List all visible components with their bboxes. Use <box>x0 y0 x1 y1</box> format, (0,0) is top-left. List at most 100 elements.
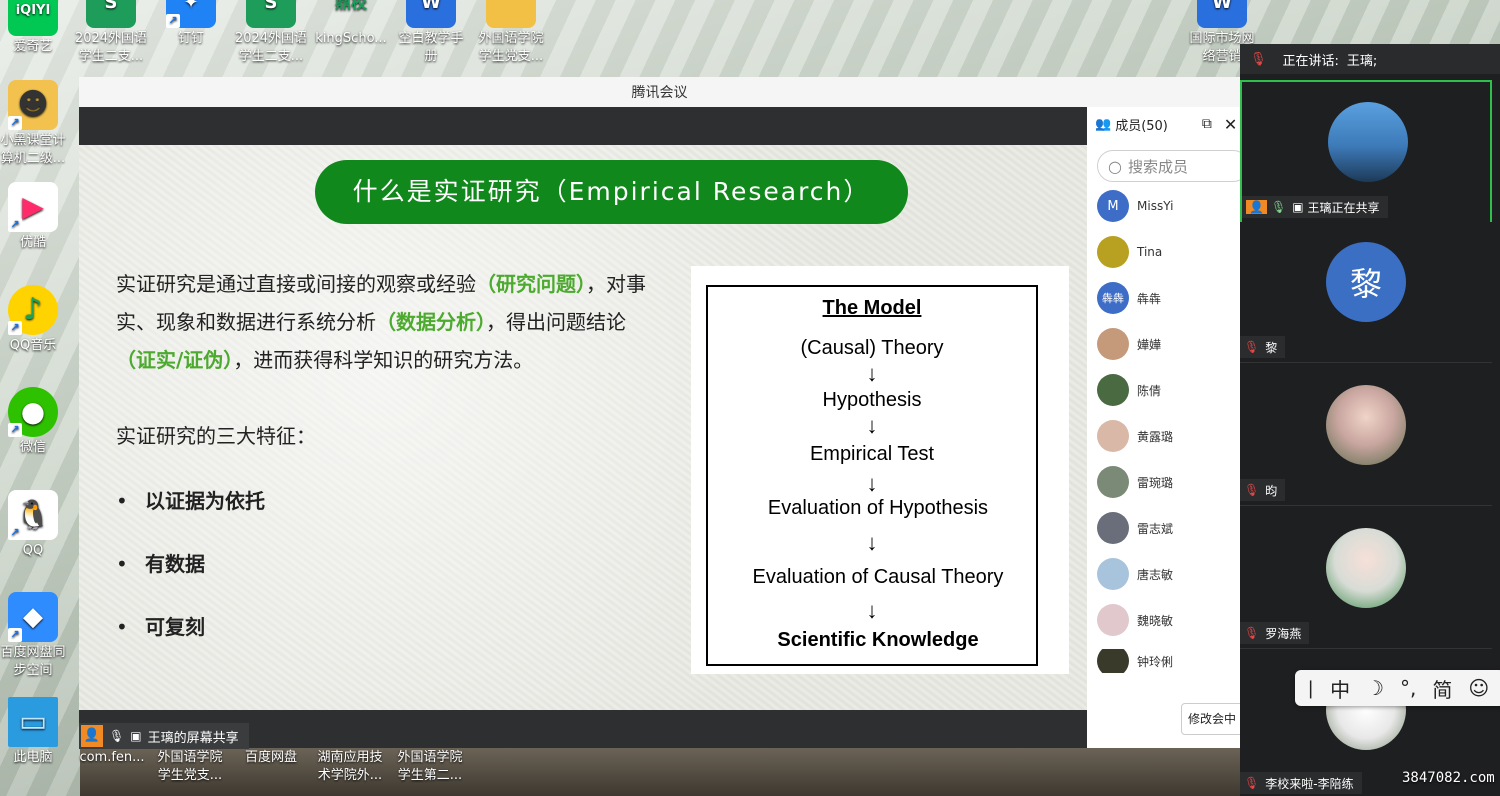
desktop-icon-qqmusic[interactable]: ♪ ↗ QQ音乐 <box>0 285 72 355</box>
ime-simplified-mode[interactable]: 简 <box>1432 674 1452 703</box>
meeting-window: 腾讯会议 什么是实证研究（Empirical Research） 实证研究是通过… <box>79 77 1249 749</box>
desktop-icon-label: 此电脑 <box>13 750 53 765</box>
member-name: 嬅嬅 <box>1137 337 1162 352</box>
desktop-icon-folder[interactable]: 外国语学院 学生党支... <box>472 0 550 66</box>
close-icon[interactable]: ✕ <box>1224 115 1237 134</box>
mic-off-icon: 🎙 <box>1244 340 1260 354</box>
ime-punctuation-icon[interactable]: °, <box>1400 676 1416 700</box>
participant-label: 🎙 黎 <box>1240 336 1286 358</box>
video-tile[interactable]: 🎙 昀 <box>1240 365 1492 506</box>
down-arrow-icon: ↓ <box>866 598 878 623</box>
ime-chinese-mode[interactable]: 中 <box>1330 674 1350 703</box>
member-row[interactable]: 雷志斌 <box>1097 511 1173 545</box>
member-row[interactable]: Tina <box>1097 235 1162 269</box>
edit-meeting-button[interactable]: 修改会中 <box>1181 703 1249 735</box>
model-heading: The Model <box>822 297 922 319</box>
desktop-icon-qq[interactable]: 🐧 ↗ QQ <box>0 490 72 560</box>
video-tile[interactable]: 👤 🎙 ▣ 王璃正在共享 <box>1240 80 1492 224</box>
desktop-icon-computer[interactable]: ▭ 此电脑 <box>0 697 72 767</box>
desktop-icon-label: 百度网盘同 步空间 <box>0 645 66 678</box>
desktop-icon-wps-sheet-2[interactable]: S 2024外国语 学生二支... <box>232 0 310 66</box>
member-avatar <box>1097 328 1129 360</box>
participant-label: 🎙 罗海燕 <box>1240 622 1310 644</box>
member-row[interactable]: 嬅嬅 <box>1097 327 1161 361</box>
member-avatar: 犇犇 <box>1097 282 1129 314</box>
member-row[interactable]: 黄露璐 <box>1097 419 1173 453</box>
participant-avatar <box>1326 385 1406 465</box>
desktop-icon-teaching-handbook[interactable]: W 空白教学手 册 <box>392 0 470 66</box>
desktop-icon-label: 百度网盘 <box>244 750 297 765</box>
desktop-icon-iqiyi[interactable]: iQIYI 爱奇艺 <box>0 0 72 56</box>
desktop-icon-wps-sheet-1[interactable]: S 2024外国语 学生二支... <box>72 0 150 66</box>
member-row[interactable]: 魏晓敏 <box>1097 603 1173 637</box>
model-box: The Model (Causal) Theory ↓ Hypothesis ↓… <box>706 285 1038 666</box>
member-row[interactable]: 钟玲俐 <box>1097 649 1173 673</box>
window-title: 腾讯会议 <box>79 77 1240 107</box>
presentation-slide: 什么是实证研究（Empirical Research） 实证研究是通过直接或间接… <box>79 145 1087 710</box>
members-header: 👥 成员(50) ⧉ ✕ <box>1087 107 1240 141</box>
desktop-icon-label: 外国语学院 学生党支... <box>157 750 223 783</box>
speaking-label: 正在讲话: <box>1282 53 1339 69</box>
ime-halfwidth-icon[interactable]: ☽ <box>1366 676 1384 700</box>
desktop-icon-kingschool[interactable]: 鼎校 kingScho... <box>312 0 390 48</box>
mic-off-icon: 🎙 <box>1244 776 1260 790</box>
desktop-icon-wechat[interactable]: ● ↗ 微信 <box>0 387 72 457</box>
down-arrow-icon: ↓ <box>866 530 878 555</box>
ime-emoji-icon[interactable]: ☺ <box>1468 676 1489 700</box>
member-name: 黄露璐 <box>1137 429 1174 444</box>
member-row[interactable]: 唐志敏 <box>1097 557 1173 591</box>
mic-off-icon: 🎙 <box>1244 483 1260 497</box>
member-avatar <box>1097 558 1129 590</box>
member-avatar <box>1097 236 1129 268</box>
down-arrow-icon: ↓ <box>866 361 878 386</box>
model-step: Evaluation of Hypothesis <box>767 497 989 519</box>
screen-share-icon: ▣ <box>130 729 142 743</box>
participant-name: 李校来啦-李陪练 <box>1265 776 1354 791</box>
member-avatar <box>1097 466 1129 498</box>
member-avatar <box>1097 604 1129 636</box>
desktop-icon-bottom[interactable]: 外国语学院 学生第二... <box>391 749 469 785</box>
baidu-netdisk-icon: ◆ ↗ <box>8 592 58 642</box>
participant-avatar <box>1326 528 1406 608</box>
desktop-icon-label: 2024外国语 学生二支... <box>234 31 308 64</box>
desktop-icon-baidu-netdisk[interactable]: ◆ ↗ 百度网盘同 步空间 <box>0 592 72 680</box>
para-highlight: （证实/证伪） <box>116 348 234 372</box>
desktop-icon-bottom[interactable]: com.fen... <box>73 749 151 767</box>
share-label: 王璃的屏幕共享 <box>147 730 239 746</box>
iqiyi-icon: iQIYI <box>8 0 58 36</box>
desktop-icon-xiaohei[interactable]: ☻ ↗ 小黑课堂计 算机二级... <box>0 80 72 168</box>
video-tile[interactable]: 黎 🎙 黎 <box>1240 222 1492 363</box>
member-row[interactable]: 陈倩 <box>1097 373 1161 407</box>
popout-icon[interactable]: ⧉ <box>1202 116 1212 132</box>
desktop-icon-bottom[interactable]: 百度网盘 <box>232 749 310 767</box>
member-name: 犇犇 <box>1137 291 1162 306</box>
member-row[interactable]: 犇犇 犇犇 <box>1097 281 1161 315</box>
desktop-icon-youku[interactable]: ▶ ↗ 优酷 <box>0 182 72 252</box>
bullet-text: 可复刻 <box>145 615 205 639</box>
desktop-icon-label: com.fen... <box>79 750 145 765</box>
slide-paragraph: 实证研究是通过直接或间接的观察或经验（研究问题），对事实、现象和数据进行系统分析… <box>116 265 656 379</box>
ime-toolbar[interactable]: ❘ 中 ☽ °, 简 ☺ <box>1295 670 1500 706</box>
desktop-icon-bottom[interactable]: 湖南应用技 术学院外... <box>311 749 389 785</box>
ime-handle[interactable]: ❘ <box>1303 678 1318 699</box>
desktop-icon-dingtalk[interactable]: ✦ ↗ 钉钉 <box>152 0 230 48</box>
desktop-icon-bottom[interactable]: 外国语学院 学生党支... <box>151 749 229 785</box>
members-icon: 👥 <box>1095 116 1112 132</box>
bullet-text: 有数据 <box>145 552 205 576</box>
member-search[interactable]: ○ 搜索成员 <box>1097 150 1249 182</box>
screen-share-tag: 👤 🎙 ▣ 王璃的屏幕共享 <box>79 723 249 749</box>
video-tile[interactable]: 🎙 罗海燕 <box>1240 508 1492 649</box>
member-row[interactable]: 雷琬璐 <box>1097 465 1173 499</box>
youku-icon: ▶ ↗ <box>8 182 58 232</box>
computer-icon: ▭ <box>8 697 58 747</box>
model-step: Evaluation of Causal Theory <box>752 566 1004 588</box>
member-avatar <box>1097 649 1129 673</box>
participant-name: 昀 <box>1265 483 1278 498</box>
dingtalk-icon: ✦ ↗ <box>166 0 216 28</box>
members-title: 成员(50) <box>1115 118 1168 134</box>
member-avatar <box>1097 512 1129 544</box>
model-step: Scientific Knowledge <box>777 629 979 651</box>
desktop-icon-label: QQ <box>22 543 44 558</box>
member-row[interactable]: M MissYi <box>1097 189 1173 223</box>
participant-name: 罗海燕 <box>1265 626 1302 641</box>
